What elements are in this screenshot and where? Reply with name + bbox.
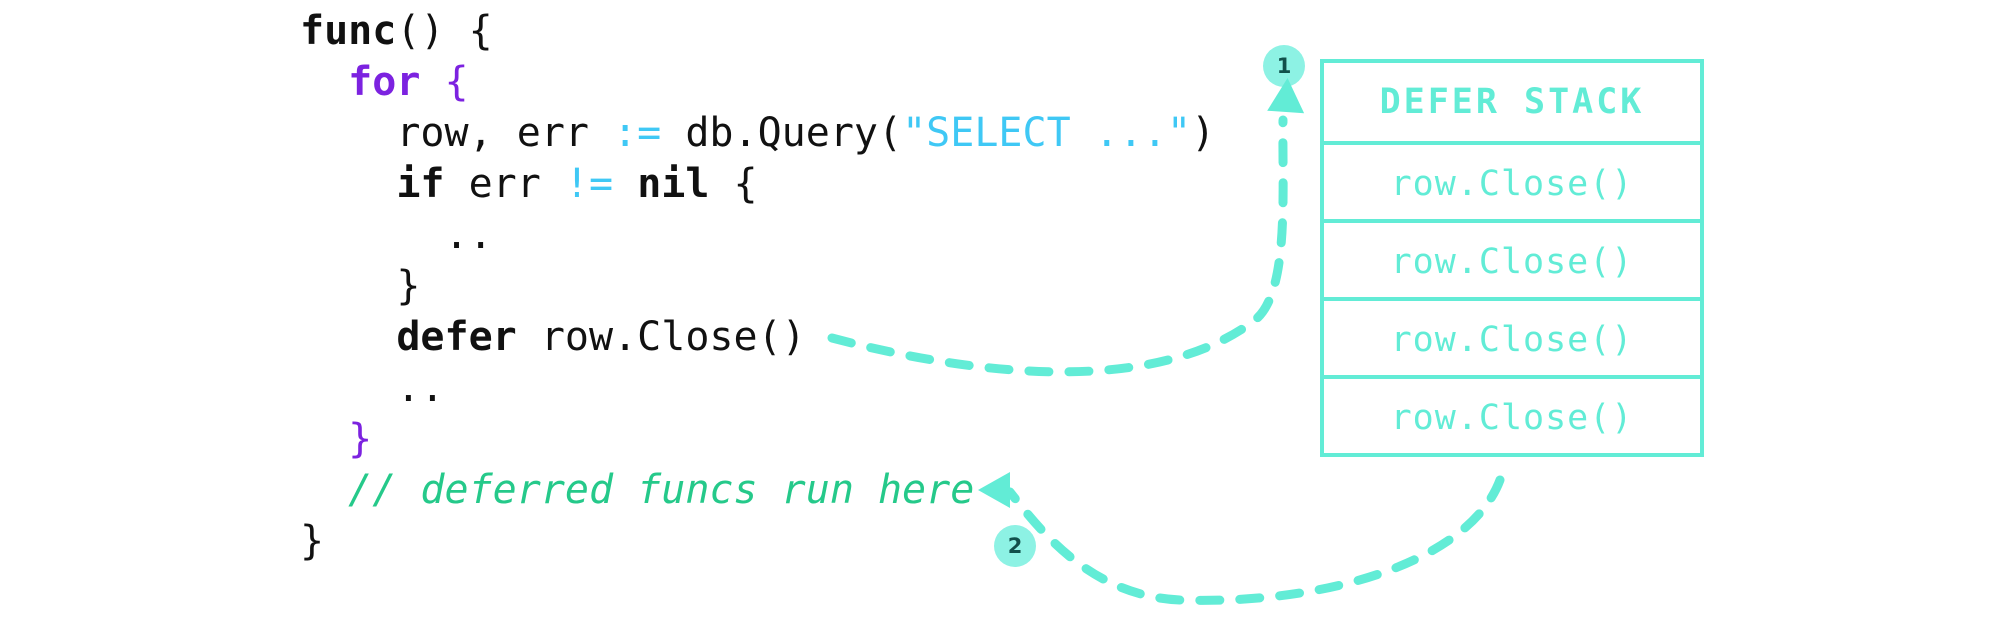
code-token: row, err [300,110,614,156]
line-for: for { [300,57,1215,108]
code-token: } [300,518,325,564]
code-token: for [348,59,421,105]
code-token: func [300,8,397,54]
code-token: { [709,161,758,207]
line-func: func() { [300,6,1215,57]
code-token: () { [396,8,493,54]
step-marker-1: 1 [1263,45,1305,87]
code-token: := [613,110,662,156]
defer-stack-entry: row.Close() [1324,297,1700,375]
code-token: .. [300,365,445,411]
line-query: row, err := db.Query("SELECT ...") [300,108,1215,159]
code-token: defer [396,314,517,360]
code-token: nil [637,161,710,207]
line-dots-1: .. [300,210,1215,261]
code-token: ) [1191,110,1216,156]
line-defer: defer row.Close() [300,312,1215,363]
code-token: if [396,161,445,207]
code-token: .. [300,212,493,258]
defer-stack-panel: DEFER STACK row.Close() row.Close() row.… [1320,59,1704,457]
code-token: } [300,263,421,309]
code-token: db.Query( [661,110,903,156]
code-block: func() { for { row, err := db.Query("SEL… [300,6,1215,567]
code-token: { [444,59,469,105]
step-marker-2: 2 [994,525,1036,567]
defer-stack-entry: row.Close() [1324,141,1700,219]
defer-stack-entry: row.Close() [1324,375,1700,453]
line-comment: // deferred funcs run here [300,465,1215,516]
line-close-for: } [300,414,1215,465]
line-close-if: } [300,261,1215,312]
line-close-func: } [300,516,1215,567]
code-token: err [444,161,565,207]
line-dots-2: .. [300,363,1215,414]
defer-stack-title: DEFER STACK [1379,82,1645,122]
code-token: "SELECT ..." [902,110,1192,156]
defer-stack-entry: row.Close() [1324,219,1700,297]
code-token: row.Close() [516,314,806,360]
code-token: } [348,416,373,462]
line-if: if err != nil { [300,159,1215,210]
code-token: // deferred funcs run here [348,467,975,513]
code-token: != [564,161,614,207]
